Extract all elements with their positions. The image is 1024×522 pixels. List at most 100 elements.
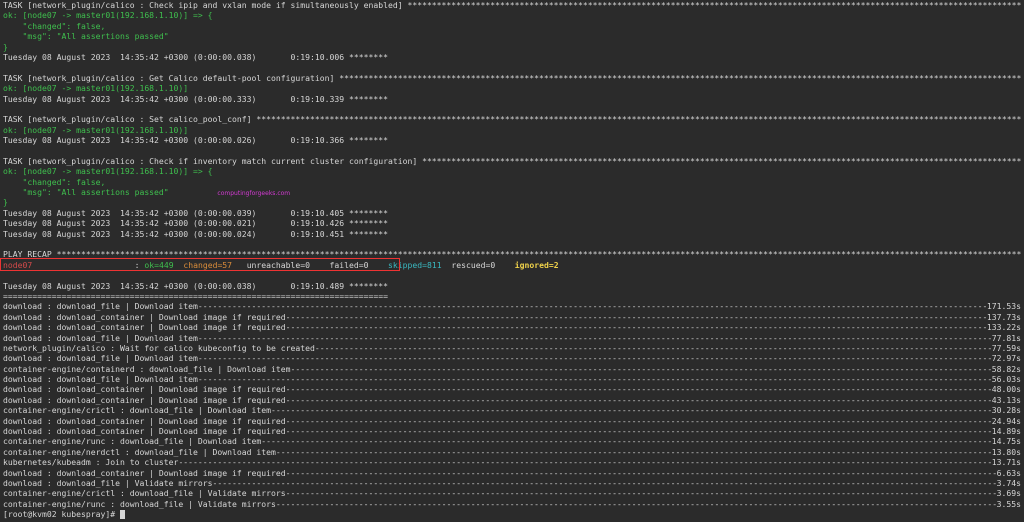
task-ok-line: ok: [node07 -> master01(192.168.1.10)] =… [3,166,213,177]
profile-dash-fill: ----------------------------------------… [197,332,992,343]
profile-task-time: 24.94s [991,415,1021,426]
profile-task-name: download : download_container | Download… [3,426,286,437]
task-ok-line: ok: [node07 -> master01(192.168.1.10)] =… [3,10,213,21]
profile-dash-fill: ----------------------------------------… [261,436,992,447]
profile-task-time: 14.89s [991,426,1021,437]
task-body-line: "changed": false, [3,20,106,31]
profile-task-name: download : download_container | Download… [3,415,286,426]
profile-row: download : download_container | Download… [3,384,1021,394]
profile-task-time: 13.71s [991,457,1021,468]
profile-task-name: download : download_container | Download… [3,384,286,395]
profile-dash-fill: ----------------------------------------… [314,342,992,353]
task-ok-line: ok: [node07 -> master01(192.168.1.10)] [3,83,189,94]
profile-row: download : download_container | Download… [3,322,1021,332]
profile-row: download : download_file | Download item… [3,301,1021,311]
profile-row: download : download_file | Download item… [3,353,1021,363]
profile-task-time: 3.55s [996,498,1021,509]
task-timestamp: Tuesday 08 August 2023 14:35:42 +0300 (0… [3,228,388,239]
task-timestamp: Tuesday 08 August 2023 14:35:42 +0300 (0… [3,93,388,104]
profile-task-name: download : download_file | Validate mirr… [3,477,213,488]
task-body-line: "changed": false, [3,176,106,187]
profile-task-name: download : download_file | Download item [3,332,198,343]
profile-task-name: container-engine/crictl : download_file … [3,405,272,416]
profile-dash-fill: ----------------------------------------… [285,415,992,426]
task-body-row: "msg": "All assertions passed" computing… [3,187,1021,197]
profile-task-name: download : download_file | Download item [3,301,198,312]
task-timestamp: Tuesday 08 August 2023 14:35:42 +0300 (0… [3,51,388,62]
profile-task-time: 13.80s [991,446,1021,457]
task-header: TASK [network_plugin/calico : Check if i… [3,155,1021,166]
profile-task-name: download : download_container | Download… [3,394,286,405]
profile-task-time: 133.22s [986,322,1021,333]
profile-row: download : download_container | Download… [3,416,1021,426]
profile-task-time: 137.73s [986,311,1021,322]
profile-task-name: download : download_container | Download… [3,322,286,333]
profile-row: download : download_file | Download item… [3,374,1021,384]
profile-task-time: 171.53s [986,301,1021,312]
profile-task-name: download : download_container | Download… [3,311,286,322]
profile-task-name: container-engine/crictl : download_file … [3,488,286,499]
profile-dash-fill: ----------------------------------------… [197,374,992,385]
profile-dash-fill: ----------------------------------------… [285,384,992,395]
profile-task-name: container-engine/runc : download_file | … [3,498,276,509]
profile-task-time: 58.82s [991,363,1021,374]
profile-task-time: 30.28s [991,405,1021,416]
profile-row: container-engine/runc : download_file | … [3,499,1021,509]
profile-dash-fill: ----------------------------------------… [285,311,987,322]
profile-task-time: 3.74s [996,477,1021,488]
separator-line: ========================================… [3,290,388,301]
recap-ignored: ignored=2 [514,259,559,270]
profile-dash-fill: ----------------------------------------… [275,446,992,457]
task-body-line: "msg": "All assertions passed" [3,31,169,42]
profile-row: container-engine/runc : download_file | … [3,436,1021,446]
shell-prompt: [root@kvm02 kubespray]# [3,509,120,520]
profile-row: download : download_file | Validate mirr… [3,478,1021,488]
profile-dash-fill: ----------------------------------------… [271,405,992,416]
profile-dash-fill: ----------------------------------------… [285,488,997,499]
profile-task-name: kubernetes/kubeadm : Join to cluster [3,457,179,468]
profile-dash-fill: ----------------------------------------… [285,467,997,478]
profile-task-time: 77.81s [991,332,1021,343]
profile-dash-fill: ----------------------------------------… [285,394,992,405]
profile-row: kubernetes/kubeadm : Join to cluster ---… [3,457,1021,467]
profile-task-name: network_plugin/calico : Wait for calico … [3,342,315,353]
task-close-brace: } [3,197,8,208]
cursor-block [119,510,125,520]
profile-task-name: download : download_file | Download item [3,374,198,385]
task-timestamp: Tuesday 08 August 2023 14:35:42 +0300 (0… [3,218,388,229]
final-timestamp: Tuesday 08 August 2023 14:35:42 +0300 (0… [3,280,388,291]
recap-rescued: rescued=0 [451,259,496,270]
profile-row: container-engine/containerd : download_f… [3,364,1021,374]
task-header: TASK [network_plugin/calico : Set calico… [3,114,1021,125]
task-ok-line: ok: [node07 -> master01(192.168.1.10)] [3,124,189,135]
recap-highlight-box [0,258,400,271]
profile-row: download : download_container | Download… [3,395,1021,405]
profile-task-time: 14.75s [991,436,1021,447]
task-header: TASK [network_plugin/calico : Get Calico… [3,72,1021,83]
task-header: TASK [network_plugin/calico : Check ipip… [3,0,1021,10]
profile-task-time: 6.63s [996,467,1021,478]
profile-task-name: download : download_file | Download item [3,353,198,364]
profile-row: download : download_container | Download… [3,468,1021,478]
profile-task-name: download : download_container | Download… [3,467,286,478]
profile-task-time: 43.13s [991,394,1021,405]
profile-task-time: 48.00s [991,384,1021,395]
profile-row: container-engine/nerdctl : download_file… [3,447,1021,457]
profile-dash-fill: ----------------------------------------… [212,477,997,488]
profile-task-name: container-engine/containerd : download_f… [3,363,291,374]
task-timestamp: Tuesday 08 August 2023 14:35:42 +0300 (0… [3,135,388,146]
profile-task-time: 77.59s [991,342,1021,353]
profile-dash-fill: ----------------------------------------… [275,498,997,509]
task-timestamp: Tuesday 08 August 2023 14:35:42 +0300 (0… [3,207,388,218]
profile-task-name: container-engine/runc : download_file | … [3,436,262,447]
task-body-line: "msg": "All assertions passed" [3,187,169,198]
profile-row: download : download_file | Download item… [3,333,1021,343]
profile-dash-fill: ----------------------------------------… [285,322,987,333]
profile-dash-fill: ----------------------------------------… [197,301,987,312]
profile-row: container-engine/crictl : download_file … [3,488,1021,498]
profile-row: network_plugin/calico : Wait for calico … [3,343,1021,353]
shell-prompt-line[interactable]: [root@kvm02 kubespray]# [3,509,1021,520]
profile-dash-fill: ----------------------------------------… [178,457,992,468]
profile-task-time: 56.03s [991,374,1021,385]
task-close-brace: } [3,41,8,52]
